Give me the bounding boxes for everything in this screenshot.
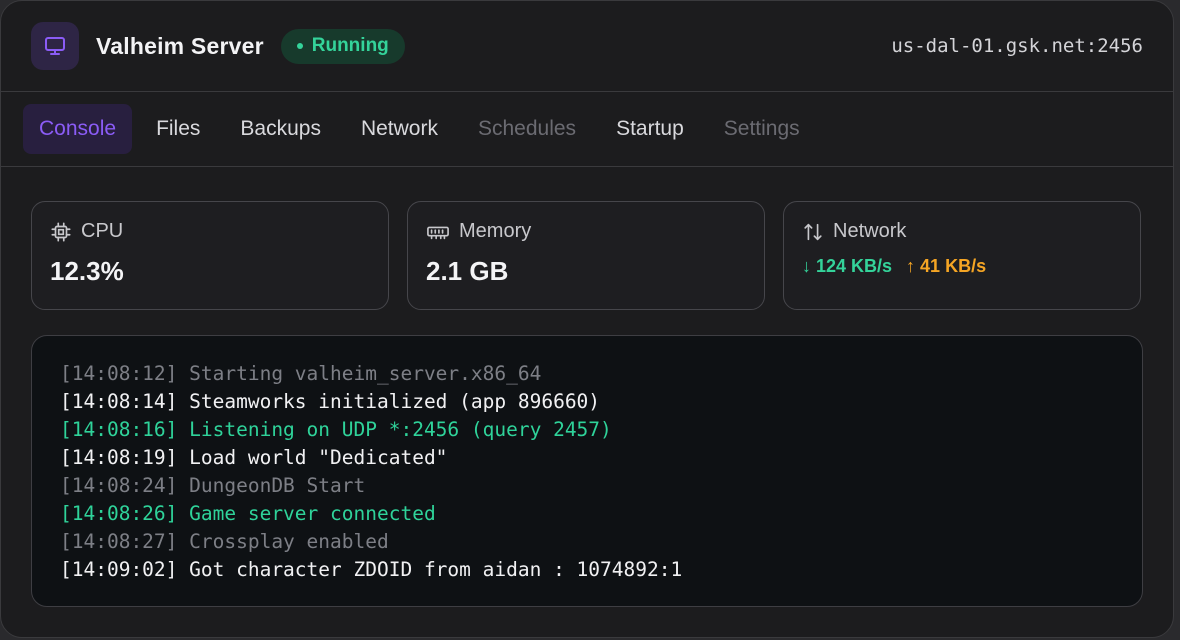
cpu-value: 12.3% <box>50 256 124 286</box>
status-badge: Running <box>280 28 405 64</box>
status-dot-icon <box>296 43 303 49</box>
console-line: [14:08:27] Crossplay enabled <box>60 530 389 553</box>
server-header: Valheim Server Running us-dal-01.gsk.net… <box>1 1 1173 92</box>
console-line: [14:08:16] Listening on UDP *:2456 (quer… <box>60 418 612 441</box>
tab-bar: Console Files Backups Network Schedules … <box>1 92 1173 167</box>
network-card: Network ↓ 124 KB/s ↑ 41 KB/s <box>783 201 1141 310</box>
tab-network[interactable]: Network <box>345 104 454 154</box>
cpu-card: CPU 12.3% <box>31 201 389 310</box>
arrows-up-down-icon <box>804 223 822 240</box>
console-line: [14:08:26] Game server connected <box>60 502 436 525</box>
tab-settings: Settings <box>723 117 800 140</box>
console-line: [14:08:14] Steamworks initialized (app 8… <box>60 390 601 413</box>
server-address[interactable]: us-dal-01.gsk.net:2456 <box>891 35 1143 57</box>
memory-value: 2.1 GB <box>426 256 509 286</box>
server-name: Valheim Server <box>96 32 264 59</box>
console-line: [14:08:19] Load world "Dedicated" <box>60 446 448 469</box>
memory-icon <box>427 226 449 239</box>
status-label: Running <box>311 35 389 56</box>
tab-files[interactable]: Files <box>140 104 216 154</box>
server-panel: Valheim Server Running us-dal-01.gsk.net… <box>0 0 1174 638</box>
network-download-rate: ↓ 124 KB/s <box>802 256 893 276</box>
cpu-label: CPU <box>81 220 124 242</box>
tab-startup[interactable]: Startup <box>600 104 700 154</box>
tab-console[interactable]: Console <box>23 104 133 154</box>
network-label: Network <box>833 220 907 242</box>
monitor-icon <box>31 22 79 70</box>
console-line: [14:09:02] Got character ZDOID from aida… <box>60 558 683 581</box>
tab-backups[interactable]: Backups <box>224 104 337 154</box>
stats-row: CPU 12.3% Memory 2.1 GB Network ↓ 124 KB… <box>31 201 1141 310</box>
console-line: [14:08:24] DungeonDB Start <box>60 474 366 497</box>
console-line: [14:08:12] Starting valheim_server.x86_6… <box>60 362 542 385</box>
console-output[interactable]: [14:08:12] Starting valheim_server.x86_6… <box>31 335 1143 607</box>
memory-card: Memory 2.1 GB <box>407 201 765 310</box>
cpu-chip-icon <box>51 221 71 242</box>
tab-schedules: Schedules <box>477 117 577 140</box>
network-upload-rate: ↑ 41 KB/s <box>906 256 987 276</box>
memory-label: Memory <box>459 220 532 242</box>
